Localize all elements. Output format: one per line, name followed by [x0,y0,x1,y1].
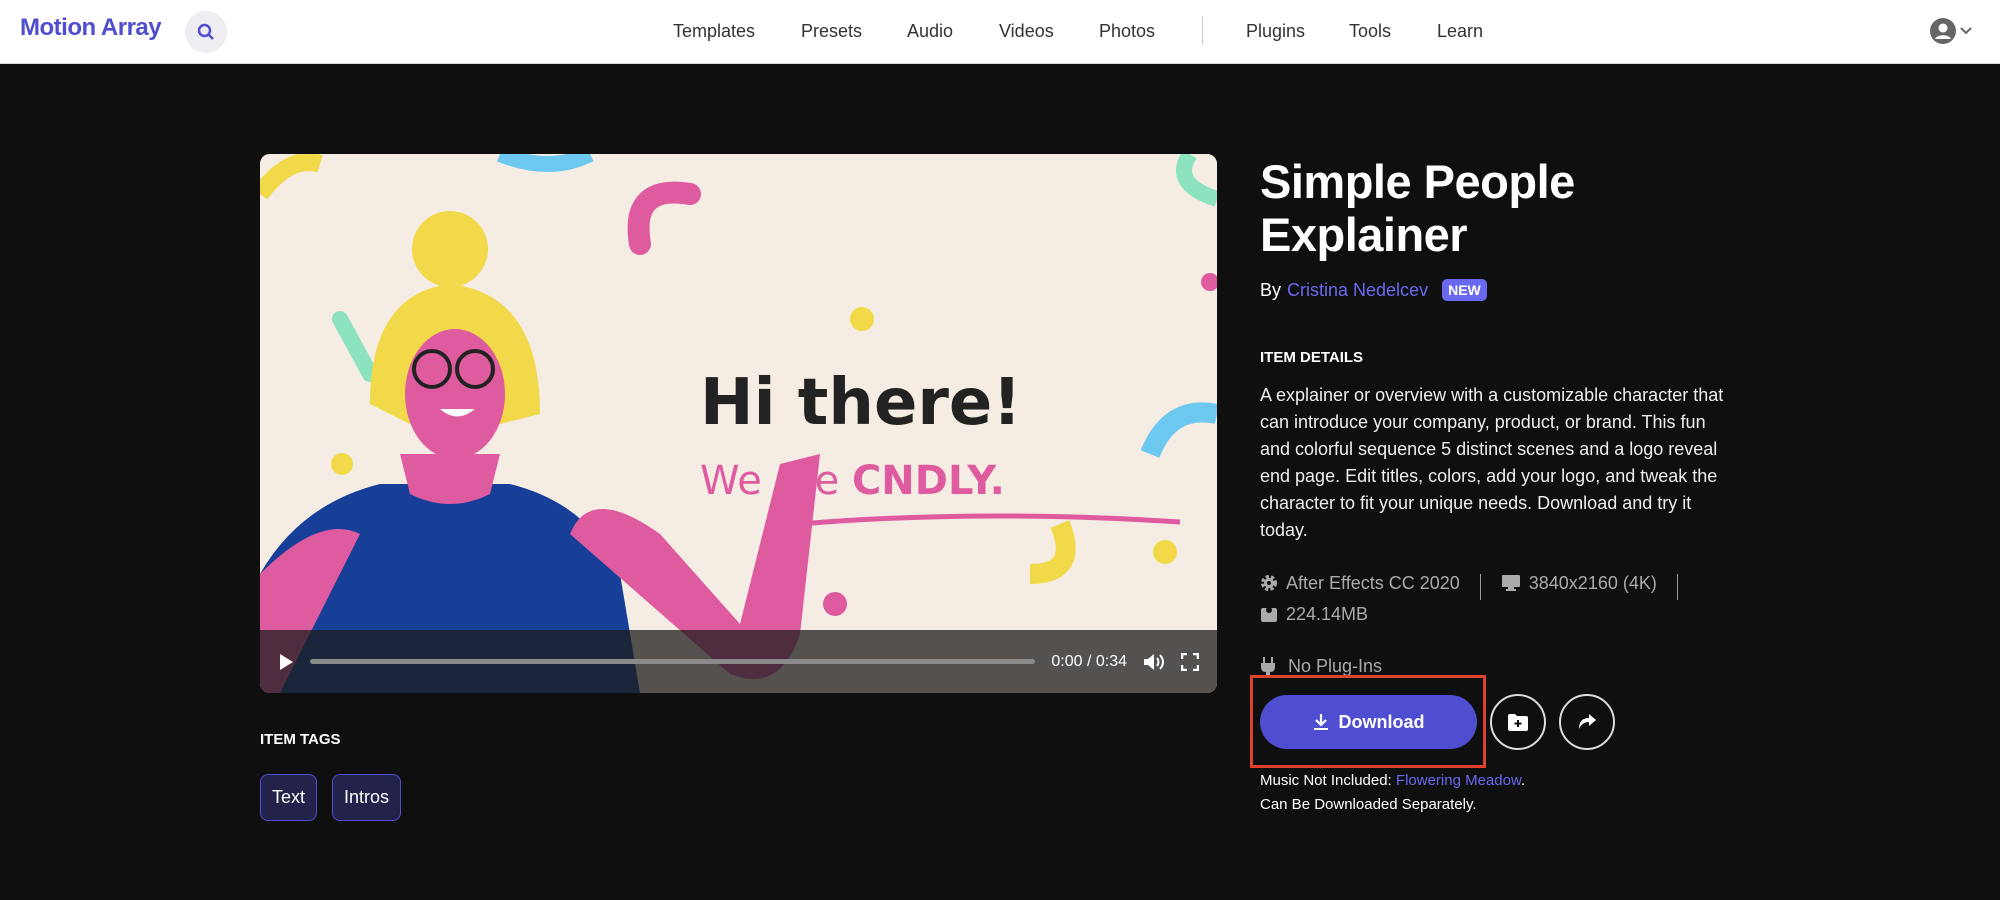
play-icon[interactable] [278,653,294,671]
folder-plus-icon [1508,713,1528,731]
top-nav: Motion Array Templates Presets Audio Vid… [0,0,2000,64]
search-icon [197,23,214,40]
item-details-label: ITEM DETAILS [1260,349,1364,366]
video-preview-illustration: Hi there! We are CNDLY. [260,154,1217,693]
video-brand: CNDLY. [852,458,1005,504]
file-size-icon [1261,607,1277,623]
author-line: By Cristina Nedelcev NEW [1260,279,1750,301]
nav-audio[interactable]: Audio [907,21,953,42]
nav-photos[interactable]: Photos [1099,21,1155,42]
by-label: By [1260,279,1282,300]
item-title: Simple People Explainer [1260,155,1750,261]
video-player[interactable]: Hi there! We are CNDLY. 0:00 / 0:34 [260,154,1217,693]
nav-learn[interactable]: Learn [1437,21,1483,42]
tag-intros[interactable]: Intros [332,774,402,821]
software-version: After Effects CC 2020 [1286,573,1460,593]
download-label: Download [1338,711,1425,732]
music-label: Music Not Included: [1260,772,1392,789]
volume-icon[interactable] [1143,652,1165,672]
item-tags-label: ITEM TAGS [260,731,341,748]
download-button[interactable]: Download [1260,695,1477,749]
nav-tools[interactable]: Tools [1349,21,1391,42]
video-headline: Hi there! [700,366,1022,440]
search-button[interactable] [185,11,227,53]
nav-templates[interactable]: Templates [673,21,755,42]
video-time: 0:00 / 0:34 [1051,652,1127,670]
nav-videos[interactable]: Videos [999,21,1054,42]
share-icon [1579,714,1596,729]
title-line-2: Explainer [1260,208,1468,261]
nav-divider [1202,17,1203,45]
video-progress-bar[interactable] [310,659,1036,664]
spec-divider [1479,574,1481,601]
share-button[interactable] [1559,694,1615,750]
account-menu[interactable] [1930,18,1972,44]
chevron-down-icon [1960,27,1972,35]
item-description: A explainer or overview with a customiza… [1260,385,1724,540]
user-icon [1930,18,1956,44]
plug-icon [1261,656,1275,677]
logo[interactable]: Motion Array [20,14,162,42]
download-icon [1313,714,1328,730]
gear-icon [1261,575,1277,591]
music-separate-note: Can Be Downloaded Separately. [1260,796,1477,813]
spec-divider [1676,574,1678,601]
item-info: Simple People Explainer By Cristina Nedel… [1260,155,1750,677]
video-controls: 0:00 / 0:34 [260,630,1217,693]
add-to-folder-button[interactable] [1490,694,1546,750]
fullscreen-icon[interactable] [1181,652,1199,671]
nav-plugins[interactable]: Plugins [1246,21,1305,42]
author-link[interactable]: Cristina Nedelcev [1287,280,1428,301]
title-line-1: Simple People [1260,155,1575,208]
nav-presets[interactable]: Presets [801,21,862,42]
monitor-icon [1501,575,1520,591]
video-subline: We are [700,458,852,504]
music-note: Music Not Included: Flowering Meadow. Ca… [1260,769,1525,817]
resolution: 3840x2160 (4K) [1528,573,1657,593]
item-specs: After Effects CC 2020 3840x2160 (4K) 224.… [1260,569,1750,631]
new-badge: NEW [1442,279,1487,301]
music-track-link[interactable]: Flowering Meadow [1396,772,1521,789]
file-size: 224.14MB [1286,604,1369,625]
tag-text[interactable]: Text [260,774,318,821]
music-end: . [1520,772,1526,789]
svg-text:We are CNDLY.: We are CNDLY. [700,458,1005,504]
